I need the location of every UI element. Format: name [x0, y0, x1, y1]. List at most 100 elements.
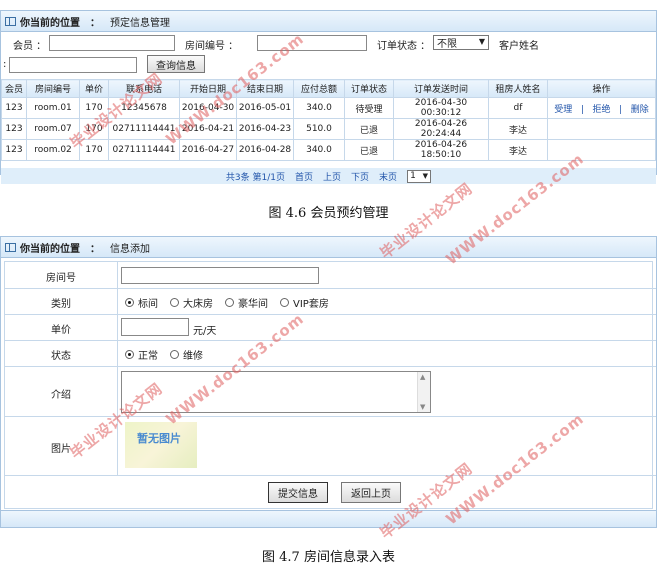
- page-select-value: 1: [410, 171, 416, 181]
- col-tenant: 租房人姓名: [488, 79, 548, 98]
- back-button[interactable]: 返回上页: [341, 482, 401, 503]
- chevron-down-icon: ▼: [422, 171, 429, 180]
- radio-icon: [170, 298, 179, 307]
- search-bar: 会员 ： 房间编号 ： 订单状态 ： 不限 ▼ 客户姓名 : 查询信息: [1, 33, 657, 77]
- no-image-placeholder: 暂无图片: [125, 422, 197, 468]
- cell-ops: [547, 118, 656, 140]
- cell-total: 340.0: [293, 97, 345, 119]
- cell-end: 2016-04-23: [236, 118, 294, 140]
- chevron-up-icon[interactable]: ▲: [420, 373, 425, 381]
- radio-label: 豪华间: [238, 299, 268, 310]
- textarea-scrollbar[interactable]: ▲ ▼: [417, 372, 430, 412]
- radio-label: 维修: [183, 351, 203, 362]
- colon: ：: [90, 17, 100, 29]
- cell-member: 123: [1, 118, 27, 140]
- form-row-category: 类别 标间 大床房 豪华间 VIP套房: [5, 288, 656, 315]
- category-deluxe-radio[interactable]: 豪华间: [225, 295, 268, 310]
- accept-link[interactable]: 受理: [554, 105, 572, 115]
- cell-tenant: 李达: [488, 139, 548, 161]
- location-label: 你当前的位置: [20, 17, 80, 29]
- first-page-link[interactable]: 首页: [295, 170, 313, 183]
- member-label: 会员 ：: [13, 41, 47, 52]
- tenant-name-input[interactable]: [9, 57, 137, 73]
- cell-member: 123: [1, 97, 27, 119]
- radio-icon: [280, 298, 289, 307]
- radio-label: 正常: [138, 351, 158, 362]
- category-label: 类别: [51, 299, 71, 310]
- radio-label: 标间: [138, 299, 158, 310]
- cell-tenant: df: [488, 97, 548, 119]
- room-no-label: 房间编号 ：: [185, 41, 239, 52]
- cell-start: 2016-04-27: [179, 139, 237, 161]
- status-normal-radio[interactable]: 正常: [125, 347, 158, 362]
- location-value: 预定信息管理: [110, 17, 170, 29]
- window-icon: [5, 16, 16, 26]
- cell-total: 340.0: [293, 139, 345, 161]
- table-header-row: 会员 房间编号 单价 联系电话 开始日期 结束日期 应付总额 订单状态 订单发送…: [1, 79, 656, 98]
- panel-titlebar: 你当前的位置 ： 预定信息管理: [1, 11, 656, 32]
- cell-ops: [547, 139, 656, 161]
- status-repair-radio[interactable]: 维修: [170, 347, 203, 362]
- location-label: 你当前的位置: [20, 243, 80, 255]
- reject-link[interactable]: 拒绝: [592, 105, 610, 115]
- form-row-room-no: 房间号: [5, 262, 656, 289]
- col-sent-time: 订单发送时间: [393, 79, 489, 98]
- category-vip-radio[interactable]: VIP套房: [280, 295, 329, 310]
- cell-sent-time: 2016-04-26 18:50:10: [393, 139, 489, 161]
- radio-icon: [125, 350, 134, 359]
- chevron-down-icon[interactable]: ▼: [420, 403, 425, 411]
- form-row-status: 状态 正常 维修: [5, 340, 656, 367]
- radio-icon: [125, 298, 134, 307]
- radio-icon: [170, 350, 179, 359]
- room-no-input[interactable]: [121, 267, 319, 284]
- submit-button[interactable]: 提交信息: [268, 482, 328, 503]
- radio-label: 大床房: [183, 299, 213, 310]
- cell-end: 2016-05-01: [236, 97, 294, 119]
- radio-icon: [225, 298, 234, 307]
- room-no-label: 房间号: [46, 273, 76, 284]
- pager-summary: 共3条 第1/1页: [225, 172, 285, 183]
- location-value: 信息添加: [110, 243, 150, 255]
- last-page-link[interactable]: 末页: [379, 170, 397, 183]
- cell-total: 510.0: [293, 118, 345, 140]
- form-row-intro: 介绍 ▲ ▼: [5, 366, 656, 417]
- table-row: 123 room.02 170 02711114441 2016-04-27 2…: [1, 139, 656, 161]
- cell-tenant: 李达: [488, 118, 548, 140]
- price-input[interactable]: [121, 318, 189, 336]
- cell-ops: 受理 | 拒绝 | 删除: [547, 97, 656, 119]
- form-row-price: 单价 元/天: [5, 314, 656, 341]
- intro-label: 介绍: [51, 390, 71, 401]
- op-separator: |: [580, 104, 584, 115]
- status-radio-group: 正常 维修: [125, 347, 215, 362]
- col-room: 房间编号: [26, 79, 80, 98]
- figure-caption-4-6: 图 4.6 会员预约管理: [268, 206, 389, 221]
- op-separator: |: [619, 104, 623, 115]
- cell-sent-time: 2016-04-26 20:24:44: [393, 118, 489, 140]
- window-icon: [5, 242, 16, 252]
- cell-status: 已退: [344, 118, 394, 140]
- status-select-value: 不限: [437, 39, 457, 50]
- prev-page-link[interactable]: 上页: [323, 170, 341, 183]
- col-ops: 操作: [547, 79, 656, 98]
- form-body: 房间号 类别 标间 大床房 豪华间 VIP套房 单价 元/天 状态 正常 维修: [4, 261, 656, 509]
- status-label: 订单状态 ：: [377, 41, 431, 52]
- category-radio-group: 标间 大床房 豪华间 VIP套房: [125, 295, 341, 310]
- next-page-link[interactable]: 下页: [351, 170, 369, 183]
- status-select[interactable]: 不限 ▼: [433, 35, 489, 50]
- no-image-text: 暂无图片: [137, 432, 181, 445]
- price-label: 单价: [51, 325, 71, 336]
- col-status: 订单状态: [344, 79, 394, 98]
- intro-textarea[interactable]: ▲ ▼: [121, 371, 431, 413]
- category-standard-radio[interactable]: 标间: [125, 295, 158, 310]
- price-unit: 元/天: [193, 326, 217, 337]
- tenant-name-label: 客户姓名: [499, 41, 539, 52]
- col-price: 单价: [79, 79, 109, 98]
- category-bigbed-radio[interactable]: 大床房: [170, 295, 213, 310]
- cell-end: 2016-04-28: [236, 139, 294, 161]
- member-input[interactable]: [49, 35, 175, 51]
- cell-member: 123: [1, 139, 27, 161]
- status-label: 状态: [51, 351, 71, 362]
- delete-link[interactable]: 删除: [631, 105, 649, 115]
- page-select[interactable]: 1 ▼: [407, 169, 432, 183]
- room-add-panel: 你当前的位置 ： 信息添加 房间号 类别 标间 大床房 豪华间 VIP套房 单价…: [0, 236, 657, 528]
